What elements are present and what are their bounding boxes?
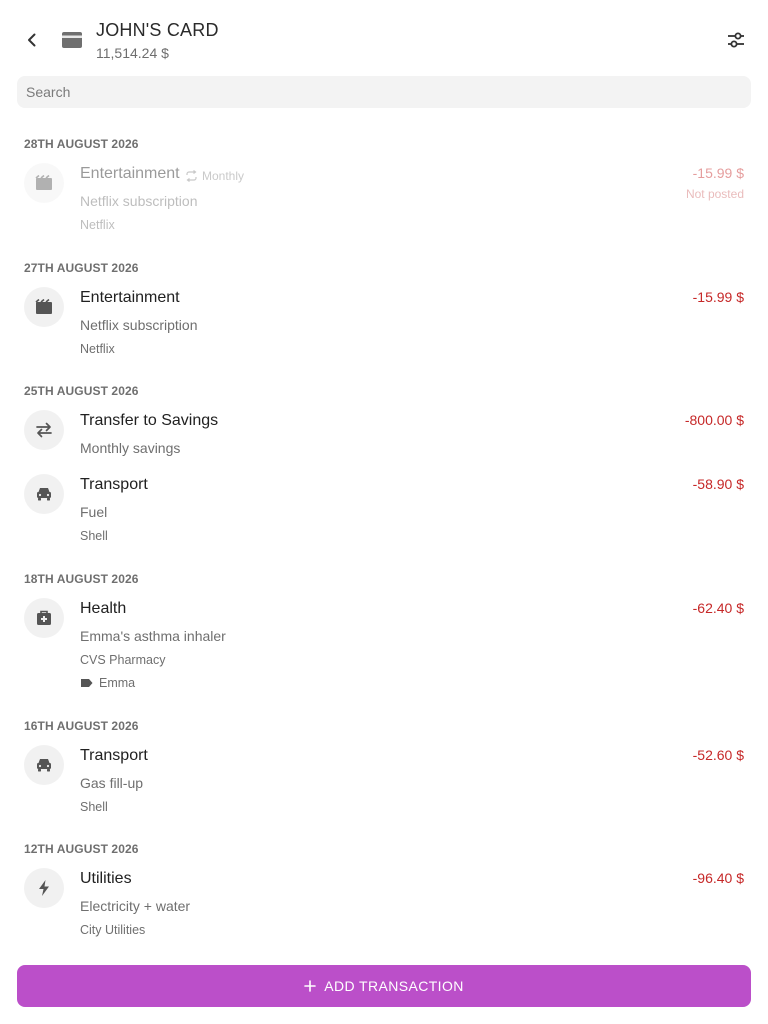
category-icon-bg [24,287,64,327]
recurrence-label: Monthly [202,169,245,183]
transaction-amount: -96.40 $ [692,870,744,886]
car-icon [37,488,51,501]
back-button[interactable] [20,28,44,52]
date-header: 16TH AUGUST 2026 [24,719,139,733]
transaction-category: Utilities [80,870,132,887]
posting-status: Not posted [685,187,744,201]
category-icon-bg [24,163,64,203]
transaction-payee: Netflix [80,342,115,356]
lightning-icon [39,880,49,896]
category-icon-bg [24,745,64,785]
category-icon-bg [24,598,64,638]
transaction-note: Fuel [80,504,108,520]
category-icon-bg [24,474,64,514]
account-balance: 11,514.24 $ [96,45,169,61]
date-header: 27TH AUGUST 2026 [24,261,139,275]
recurrence-badge: Monthly [185,169,244,183]
transaction-payee: City Utilities [80,923,146,937]
plus-icon [304,980,317,992]
transaction-category: Health [80,600,127,617]
add-transaction-button[interactable]: ADD TRANSACTION [17,965,751,1007]
transaction-category: Transfer to Savings [80,412,219,429]
car-icon [37,759,51,772]
transfer-icon [36,422,52,438]
transaction-amount: -52.60 $ [692,747,744,763]
transaction-note: Monthly savings [80,440,181,456]
medical-kit-icon [37,610,51,625]
transaction-note: Electricity + water [80,898,191,914]
movie-icon [35,175,52,190]
transaction-category: Entertainment [80,165,180,182]
transaction-note: Netflix subscription [80,317,198,333]
category-icon-bg [24,868,64,908]
label-icon [81,679,93,687]
credit-card-icon [62,32,82,48]
date-header: 12TH AUGUST 2026 [24,842,139,856]
transaction-note: Gas fill-up [80,775,144,791]
filter-button[interactable] [724,28,748,52]
transaction-category: Entertainment [80,289,180,306]
transaction-payee: Shell [80,529,108,543]
transaction-payee: Shell [80,800,108,814]
movie-icon [35,299,52,314]
transaction-amount: -15.99 $ [692,289,744,305]
repeat-icon [186,170,197,182]
date-header: 25TH AUGUST 2026 [24,384,139,398]
chevron-left-icon [28,33,36,47]
category-icon-bg [24,410,64,450]
transaction-category: Transport [80,476,148,493]
transaction-amount: -15.99 $ [692,165,744,181]
app-bar: JOHN'S CARD 11,514.24 $ [0,0,768,76]
transaction-payee: CVS Pharmacy [80,653,166,667]
transaction-payee: Netflix [80,218,115,232]
transaction-amount: -58.90 $ [692,476,744,492]
tag-label: Emma [99,676,136,690]
transaction-note: Netflix subscription [80,193,198,209]
add-transaction-label: ADD TRANSACTION [324,978,464,994]
transaction-tag: Emma [80,676,135,690]
transaction-amount: -62.40 $ [692,600,744,616]
date-header: 18TH AUGUST 2026 [24,572,139,586]
date-header: 28TH AUGUST 2026 [24,137,139,151]
page-title: JOHN'S CARD [96,20,219,40]
transaction-note: Emma's asthma inhaler [80,628,226,644]
transaction-amount: -800.00 $ [684,412,744,428]
sliders-icon [728,32,744,48]
search-input[interactable] [17,76,751,108]
transaction-category: Transport [80,747,148,764]
